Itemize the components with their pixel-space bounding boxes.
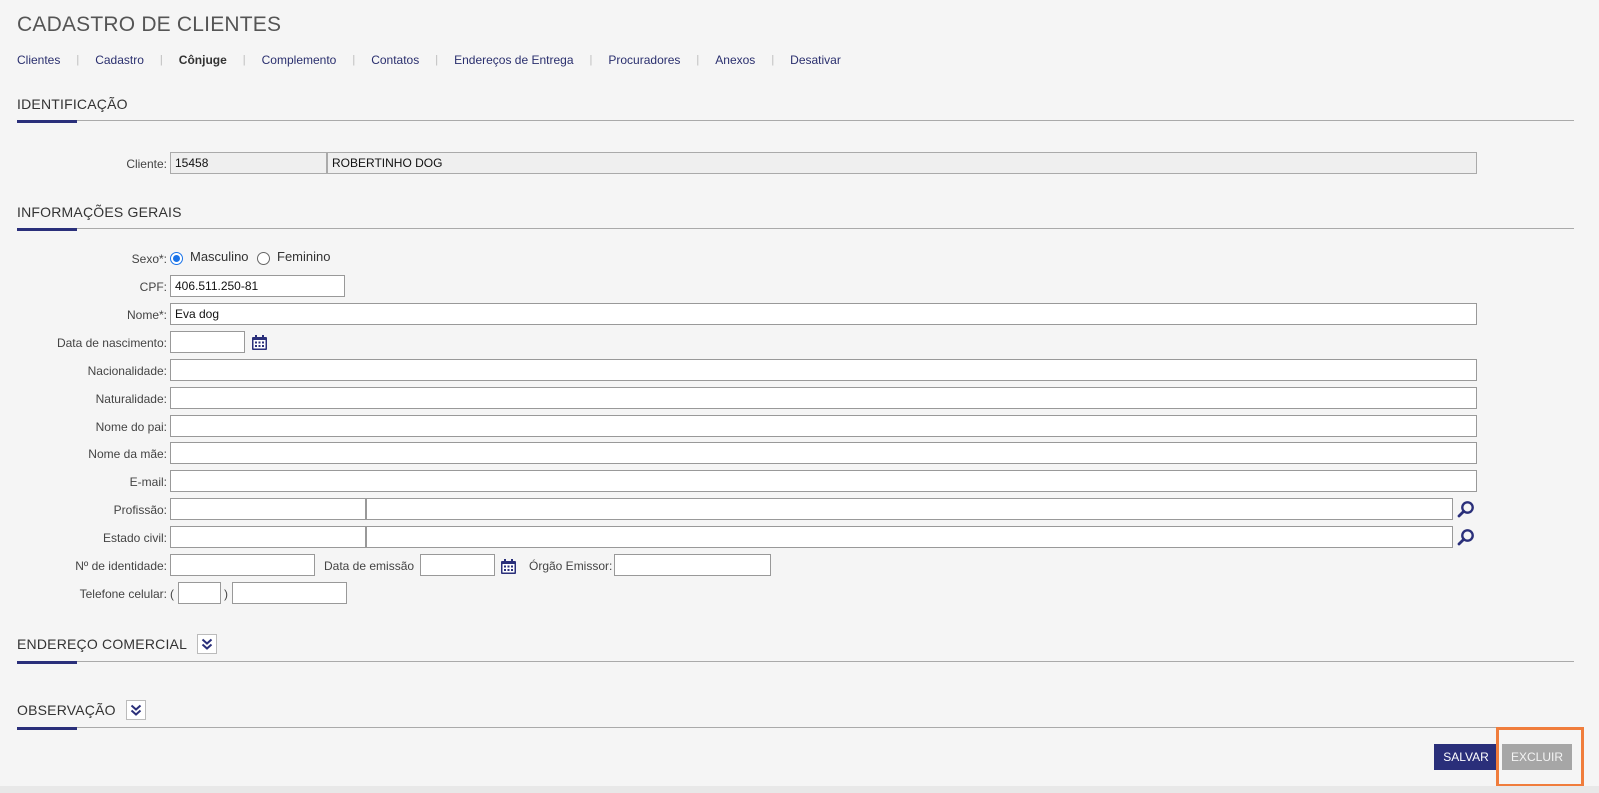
- sexo-masculino-radio[interactable]: [170, 252, 183, 265]
- tab-separator: |: [76, 54, 80, 66]
- tab-enderecos-entrega[interactable]: Endereços de Entrega: [454, 53, 573, 67]
- search-icon[interactable]: [1455, 498, 1477, 520]
- section-observacao-title: OBSERVAÇÃO: [17, 700, 146, 720]
- tab-clientes[interactable]: Clientes: [17, 53, 60, 67]
- section-title-text: IDENTIFICAÇÃO: [17, 96, 128, 112]
- section-title-text: INFORMAÇÕES GERAIS: [17, 204, 182, 220]
- chevron-double-down-icon: [130, 704, 141, 716]
- section-divider: [17, 727, 1574, 728]
- tab-separator: |: [435, 54, 439, 66]
- nascimento-label: Data de nascimento:: [56, 336, 167, 350]
- tab-separator: |: [696, 54, 700, 66]
- section-accent: [17, 120, 77, 123]
- tab-separator: |: [771, 54, 775, 66]
- email-label: E-mail:: [129, 475, 167, 489]
- delete-button[interactable]: EXCLUIR: [1502, 744, 1572, 770]
- orgao-emissor-label: Órgão Emissor:: [529, 559, 613, 573]
- data-emissao-label: Data de emissão: [324, 559, 415, 573]
- section-identificacao-title: IDENTIFICAÇÃO: [17, 96, 128, 112]
- page-title: CADASTRO DE CLIENTES: [17, 13, 282, 36]
- profissao-code-field[interactable]: [170, 498, 366, 520]
- tab-separator: |: [242, 54, 246, 66]
- identidade-label: Nº de identidade:: [75, 559, 167, 573]
- search-icon[interactable]: [1455, 526, 1477, 548]
- tab-separator: |: [589, 54, 593, 66]
- calendar-icon[interactable]: [248, 331, 270, 353]
- celular-ddd-field[interactable]: [178, 582, 221, 604]
- section-endereco-comercial-title: ENDEREÇO COMERCIAL: [17, 634, 218, 654]
- orgao-emissor-field[interactable]: [614, 554, 771, 576]
- nome-pai-label: Nome do pai:: [95, 420, 167, 434]
- nacionalidade-label: Nacionalidade:: [87, 364, 167, 378]
- sexo-feminino-label: Feminino: [277, 249, 331, 264]
- estado-civil-code-field[interactable]: [170, 526, 366, 548]
- save-button[interactable]: SALVAR: [1434, 744, 1498, 770]
- section-divider: [17, 661, 1574, 662]
- email-field[interactable]: [170, 470, 1477, 492]
- tab-contatos[interactable]: Contatos: [371, 53, 419, 67]
- sexo-feminino-radio[interactable]: [257, 252, 270, 265]
- section-divider: [17, 228, 1574, 229]
- tab-complemento[interactable]: Complemento: [262, 53, 337, 67]
- section-accent: [17, 661, 77, 664]
- profissao-label: Profissão:: [113, 503, 167, 517]
- tab-conjuge[interactable]: Cônjuge: [179, 53, 227, 67]
- nascimento-field[interactable]: [170, 331, 245, 353]
- nome-pai-field[interactable]: [170, 415, 1477, 437]
- cliente-label: Cliente:: [126, 157, 167, 171]
- chevron-double-down-icon: [201, 638, 213, 650]
- section-informacoes-title: INFORMAÇÕES GERAIS: [17, 204, 182, 220]
- nome-mae-field[interactable]: [170, 442, 1477, 464]
- tab-bar: Clientes | Cadastro | Cônjuge | Compleme…: [17, 53, 841, 67]
- data-emissao-field[interactable]: [420, 554, 495, 576]
- tab-separator: |: [352, 54, 356, 66]
- celular-number-field[interactable]: [232, 582, 347, 604]
- tab-procuradores[interactable]: Procuradores: [608, 53, 680, 67]
- section-accent: [17, 727, 77, 730]
- section-title-text: ENDEREÇO COMERCIAL: [17, 636, 188, 652]
- tab-separator: |: [159, 54, 163, 66]
- profissao-desc-field[interactable]: [366, 498, 1453, 520]
- paren-open: (: [170, 587, 174, 601]
- sexo-label: Sexo*:: [131, 252, 167, 266]
- naturalidade-label: Naturalidade:: [95, 392, 167, 406]
- nacionalidade-field[interactable]: [170, 359, 1477, 381]
- nome-mae-label: Nome da mãe:: [88, 447, 167, 461]
- paren-close: ): [224, 587, 228, 601]
- expand-endereco-button[interactable]: [197, 634, 218, 654]
- cliente-name-field: [327, 152, 1477, 174]
- tab-anexos[interactable]: Anexos: [715, 53, 755, 67]
- section-divider: [17, 120, 1574, 121]
- calendar-icon[interactable]: [497, 555, 519, 577]
- cliente-code-field: [170, 152, 327, 174]
- identidade-field[interactable]: [170, 554, 315, 576]
- estado-civil-desc-field[interactable]: [366, 526, 1453, 548]
- section-accent: [17, 228, 77, 231]
- estado-civil-label: Estado civil:: [102, 531, 167, 545]
- bottom-strip: [0, 786, 1599, 793]
- nome-field[interactable]: [170, 303, 1477, 325]
- sexo-masculino-label: Masculino: [190, 249, 249, 264]
- cpf-field[interactable]: [170, 275, 345, 297]
- section-title-text: OBSERVAÇÃO: [17, 702, 116, 718]
- tab-desativar[interactable]: Desativar: [790, 53, 841, 67]
- expand-observacao-button[interactable]: [125, 700, 146, 720]
- nome-label: Nome*:: [126, 308, 167, 322]
- naturalidade-field[interactable]: [170, 387, 1477, 409]
- cpf-label: CPF:: [139, 280, 167, 294]
- tab-cadastro[interactable]: Cadastro: [95, 53, 144, 67]
- celular-label: Telefone celular:: [79, 587, 167, 601]
